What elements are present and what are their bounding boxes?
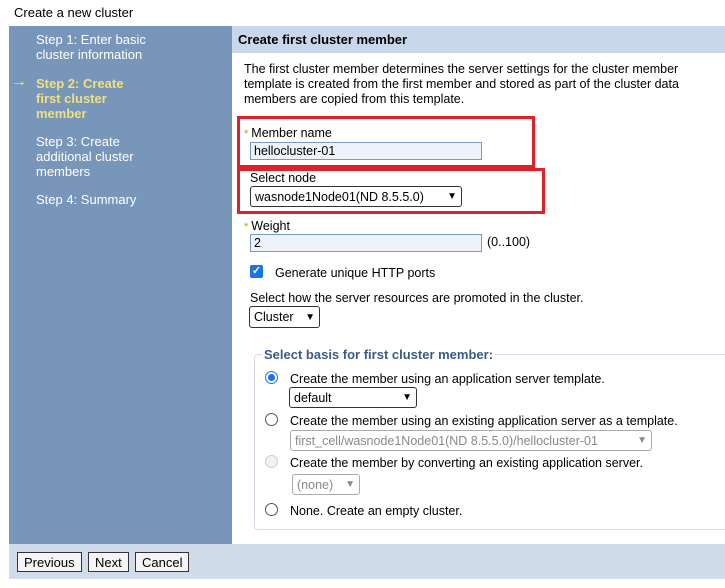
radio-template-label: Create the member using an application s… <box>290 372 605 386</box>
member-name-label: * Member name <box>244 126 332 140</box>
description-line: members are copied from this template. <box>244 92 465 106</box>
step-4-line1: Step 4: Summary <box>36 192 137 207</box>
promote-value: Cluster <box>254 310 294 324</box>
step-2-line2: first cluster <box>36 91 107 106</box>
step-1[interactable]: Step 1: Enter basic cluster information <box>36 32 146 62</box>
step-1-line2: cluster information <box>36 47 143 62</box>
radio-none-label: None. Create an empty cluster. <box>290 504 463 518</box>
step-3-line2: additional cluster <box>36 149 134 164</box>
convert-dropdown: (none) ▼ <box>292 474 360 495</box>
step-3[interactable]: Step 3: Create additional cluster member… <box>36 134 134 179</box>
description-line: The first cluster member determines the … <box>244 62 679 76</box>
promote-dropdown[interactable]: Cluster ▼ <box>249 306 320 328</box>
promote-label: Select how the server resources are prom… <box>250 291 584 305</box>
step-2-line3: member <box>36 106 87 121</box>
select-node-label: Select node <box>250 171 317 185</box>
description-line: template is created from the first membe… <box>244 77 679 91</box>
existing-server-value: first_cell/wasnode1Node01(ND 8.5.5.0)/he… <box>295 433 598 448</box>
step-3-line1: Step 3: Create <box>36 134 120 149</box>
radio-convert <box>265 455 278 468</box>
panel-header: Create first cluster member <box>232 26 725 53</box>
step-1-line1: Step 1: Enter basic <box>36 32 146 47</box>
unique-ports-label: Generate unique HTTP ports <box>275 266 436 280</box>
template-dropdown[interactable]: default ▼ <box>289 387 417 408</box>
weight-range: (0..100) <box>487 235 531 249</box>
required-icon: * <box>244 221 249 233</box>
template-value: default <box>294 390 332 405</box>
chevron-down-icon: ▼ <box>345 479 355 490</box>
unique-ports-checkbox[interactable]: ✓ <box>250 265 263 278</box>
step-3-line3: members <box>36 164 91 179</box>
radio-none[interactable] <box>265 503 278 516</box>
member-name-input[interactable]: hellocluster-01 <box>250 142 482 160</box>
select-node-dropdown[interactable]: wasnode1Node01(ND 8.5.5.0) ▼ <box>250 186 462 207</box>
panel-description: The first cluster member determines the … <box>244 62 725 107</box>
radio-convert-label: Create the member by converting an exist… <box>290 456 643 470</box>
radio-existing-label: Create the member using an existing appl… <box>290 414 678 428</box>
panel-heading: Create first cluster member <box>238 32 408 47</box>
step-2-line1: Step 2: Create <box>36 76 124 91</box>
basis-legend: Select basis for first cluster member: <box>262 347 496 362</box>
member-name-label-text: Member name <box>251 126 332 140</box>
convert-value: (none) <box>297 477 334 492</box>
chevron-down-icon: ▼ <box>447 191 457 202</box>
weight-label: * Weight <box>244 219 290 233</box>
window-title: Create a new cluster <box>14 5 134 20</box>
weight-label-text: Weight <box>251 219 290 233</box>
chevron-down-icon: ▼ <box>402 392 412 403</box>
chevron-down-icon: ▼ <box>305 311 315 323</box>
chevron-down-icon: ▼ <box>637 435 647 446</box>
current-step-arrow-icon: → <box>11 73 27 90</box>
step-2-current: Step 2: Create first cluster member <box>36 76 123 121</box>
existing-server-dropdown: first_cell/wasnode1Node01(ND 8.5.5.0)/he… <box>290 430 652 451</box>
required-icon: * <box>244 128 249 140</box>
step-4[interactable]: Step 4: Summary <box>36 192 136 207</box>
wizard-sidebar: Step 1: Enter basic cluster information … <box>9 26 232 544</box>
previous-button[interactable]: Previous <box>17 552 82 572</box>
radio-template[interactable] <box>265 371 278 384</box>
cancel-button[interactable]: Cancel <box>135 552 190 572</box>
select-node-value: wasnode1Node01(ND 8.5.5.0) <box>255 189 424 204</box>
radio-existing[interactable] <box>265 413 278 426</box>
weight-input[interactable]: 2 <box>250 234 482 252</box>
next-button[interactable]: Next <box>88 552 129 572</box>
